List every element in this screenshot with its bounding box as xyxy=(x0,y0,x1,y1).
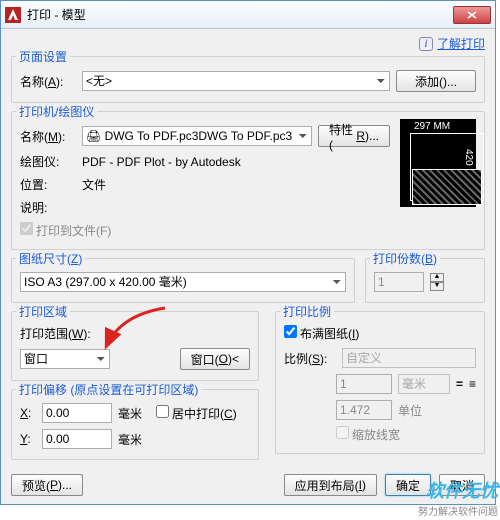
plotter-label: 绘图仪: xyxy=(20,153,76,170)
paper-legend: 图纸尺寸(Z) xyxy=(16,250,85,267)
paper-size-select[interactable]: ISO A3 (297.00 x 420.00 毫米) xyxy=(20,272,346,292)
close-button[interactable] xyxy=(453,6,491,24)
window-pick-button[interactable]: 窗口(O)< xyxy=(180,348,250,370)
range-label: 打印范围(W): xyxy=(20,325,91,342)
scale-lineweight-check: 缩放线宽 xyxy=(336,426,400,443)
watermark: 软件无忧 努力解决软件问题 xyxy=(418,477,498,518)
scale-legend: 打印比例 xyxy=(280,303,334,320)
apply-layout-button[interactable]: 应用到布局(I) xyxy=(284,474,377,496)
copies-legend: 打印份数(B) xyxy=(370,250,440,267)
offset-y-label: Y: xyxy=(20,432,36,446)
plotter-value: PDF - PDF Plot - by Autodesk xyxy=(82,155,241,169)
window-title: 打印 - 模型 xyxy=(27,6,453,23)
offset-x-unit: 毫米 xyxy=(118,405,142,422)
options-icon[interactable]: ≡ xyxy=(469,377,476,391)
fit-paper-check[interactable]: 布满图纸(I) xyxy=(284,325,359,342)
offset-legend: 打印偏移 (原点设置在可打印区域) xyxy=(16,381,201,398)
center-print-check[interactable]: 居中打印(C) xyxy=(156,405,237,422)
area-legend: 打印区域 xyxy=(16,303,70,320)
printer-legend: 打印机/绘图仪 xyxy=(16,103,97,120)
printer-name-select[interactable]: 🖨 DWG To PDF.pc3DWG To PDF.pc3 xyxy=(82,126,312,146)
scale-unit2: 单位 xyxy=(398,402,422,419)
printer-props-button[interactable]: 特性(R)... xyxy=(318,125,390,147)
offset-y-input[interactable] xyxy=(42,429,112,449)
copies-spinner: ▲▼ xyxy=(430,273,444,291)
offset-y-unit: 毫米 xyxy=(118,431,142,448)
app-icon xyxy=(5,7,21,23)
location-label: 位置: xyxy=(20,176,76,193)
preview-button[interactable]: 预览(P)... xyxy=(11,474,83,496)
info-icon: i xyxy=(419,37,433,51)
copies-input xyxy=(374,272,424,292)
scale-select: 自定义 xyxy=(342,348,476,368)
scale-eq: = xyxy=(456,377,463,391)
print-to-file-check: 打印到文件(F) xyxy=(20,222,111,239)
desc-label: 说明: xyxy=(20,199,76,216)
scale-den-input xyxy=(336,400,392,420)
scale-num-input xyxy=(336,374,392,394)
learn-print-link[interactable]: 了解打印 xyxy=(437,35,485,52)
offset-x-label: X: xyxy=(20,406,36,420)
page-name-select[interactable]: <无> xyxy=(82,71,390,91)
range-select[interactable]: 窗口 xyxy=(20,349,110,369)
page-name-label: 名称(A): xyxy=(20,73,76,90)
scale-unit1-select: 毫米 xyxy=(398,374,450,394)
paper-preview: 297 MM 420 MM xyxy=(400,119,476,207)
offset-x-input[interactable] xyxy=(42,403,112,423)
printer-name-label: 名称(M): xyxy=(20,128,76,145)
page-setup-legend: 页面设置 xyxy=(16,48,70,65)
scale-label: 比例(S): xyxy=(284,350,336,367)
add-button[interactable]: 添加()... xyxy=(396,70,476,92)
location-value: 文件 xyxy=(82,176,106,193)
